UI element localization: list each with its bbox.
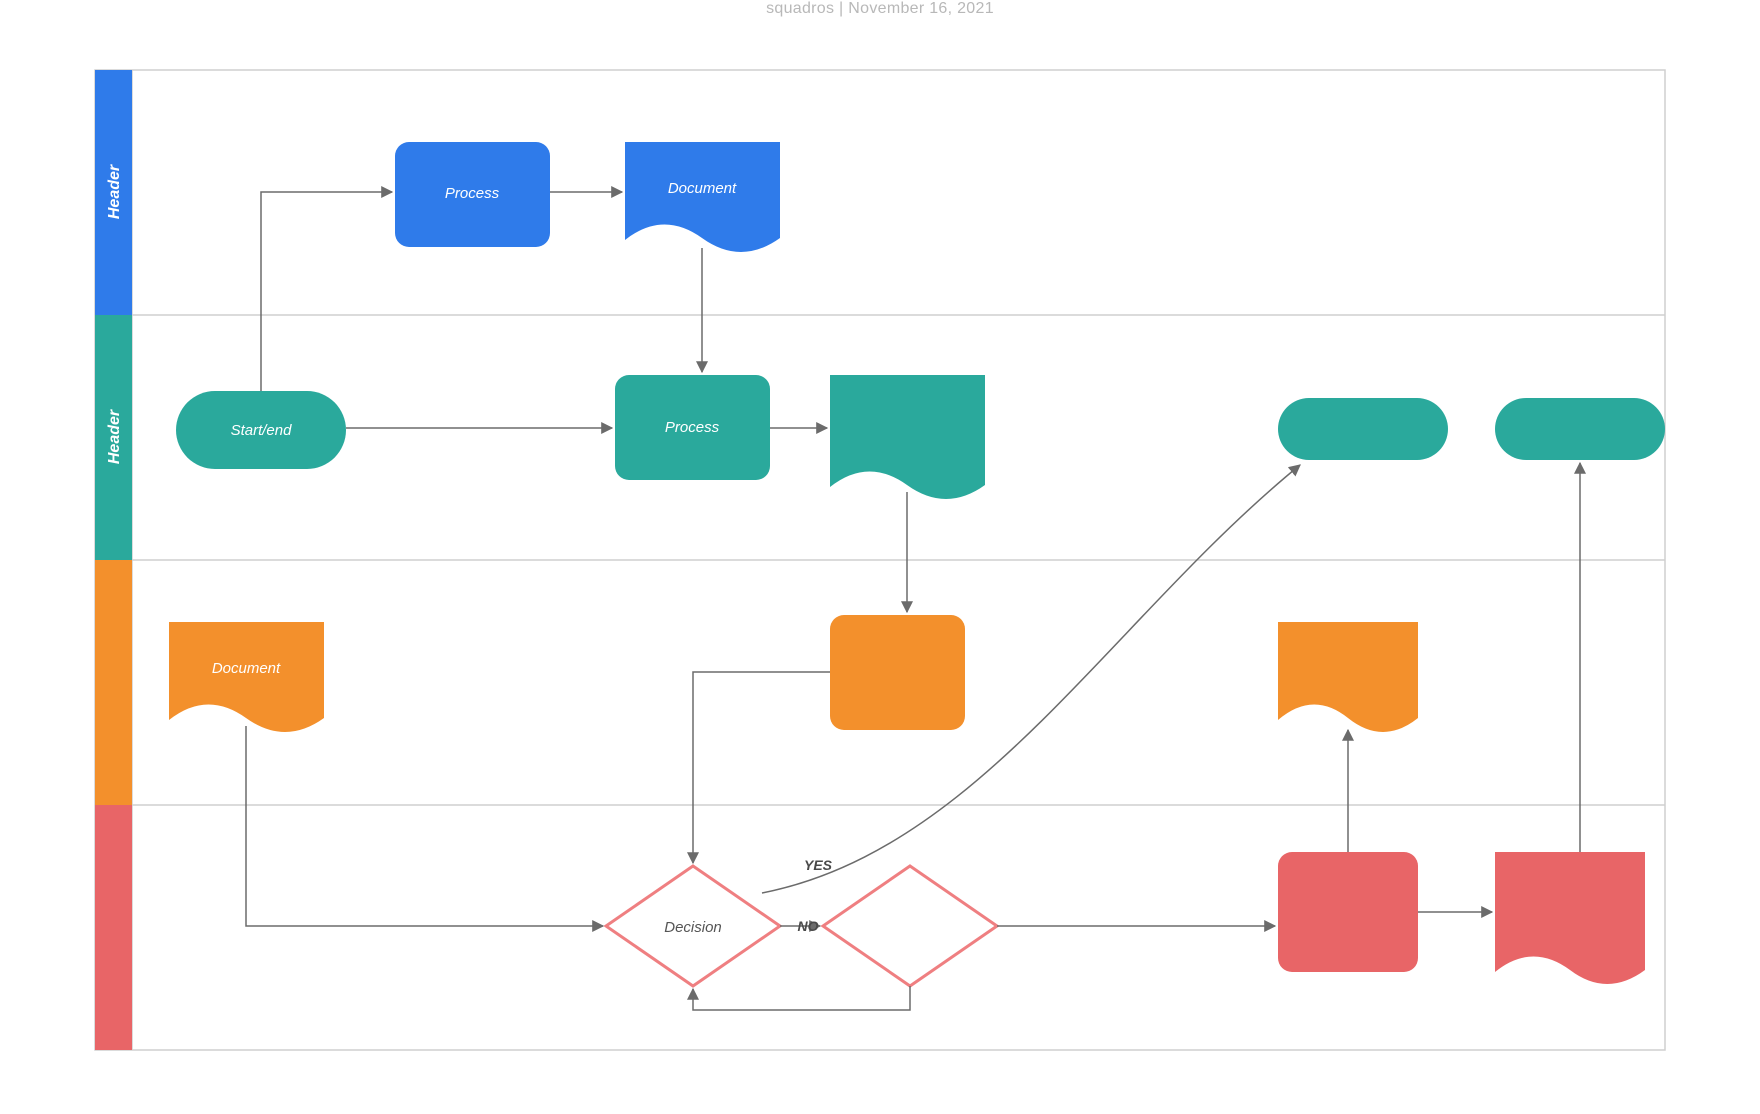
lane-header-4 <box>95 805 132 1050</box>
doc-orange-left[interactable]: Document <box>169 622 324 732</box>
lane-header-3 <box>95 560 132 805</box>
start-terminator[interactable]: Start/end <box>176 391 346 469</box>
doc2[interactable] <box>830 375 985 499</box>
svg-text:Process: Process <box>445 185 500 202</box>
svg-text:Decision: Decision <box>664 919 722 936</box>
doc1[interactable]: Document <box>625 142 780 252</box>
edge-loop <box>693 986 910 1010</box>
doc-orange-right[interactable] <box>1278 622 1418 732</box>
process1[interactable]: Process <box>395 142 550 247</box>
process-orange[interactable] <box>830 615 965 730</box>
process2[interactable]: Process <box>615 375 770 480</box>
edge-start-process1 <box>261 192 392 391</box>
red-rect[interactable] <box>1278 852 1418 972</box>
lane-label-1: Header <box>106 164 123 219</box>
red-doc[interactable] <box>1495 852 1645 984</box>
svg-text:Start/end: Start/end <box>231 422 293 439</box>
decision-1[interactable]: Decision <box>606 866 780 986</box>
terminator-1[interactable] <box>1278 398 1448 460</box>
edge-procorange-decision1 <box>693 672 830 863</box>
edge-label-yes: YES <box>804 857 833 873</box>
terminator-2[interactable] <box>1495 398 1665 460</box>
svg-text:Document: Document <box>668 180 737 197</box>
edge-label-no: NO <box>798 918 819 934</box>
swimlane-diagram: Header Header Process Document Start/end… <box>0 0 1760 1114</box>
decision-2[interactable] <box>823 866 997 986</box>
lane-label-2: Header <box>106 409 123 464</box>
edge-docorange-decision1 <box>246 726 603 926</box>
svg-text:Process: Process <box>665 419 720 436</box>
svg-text:Document: Document <box>212 660 281 677</box>
